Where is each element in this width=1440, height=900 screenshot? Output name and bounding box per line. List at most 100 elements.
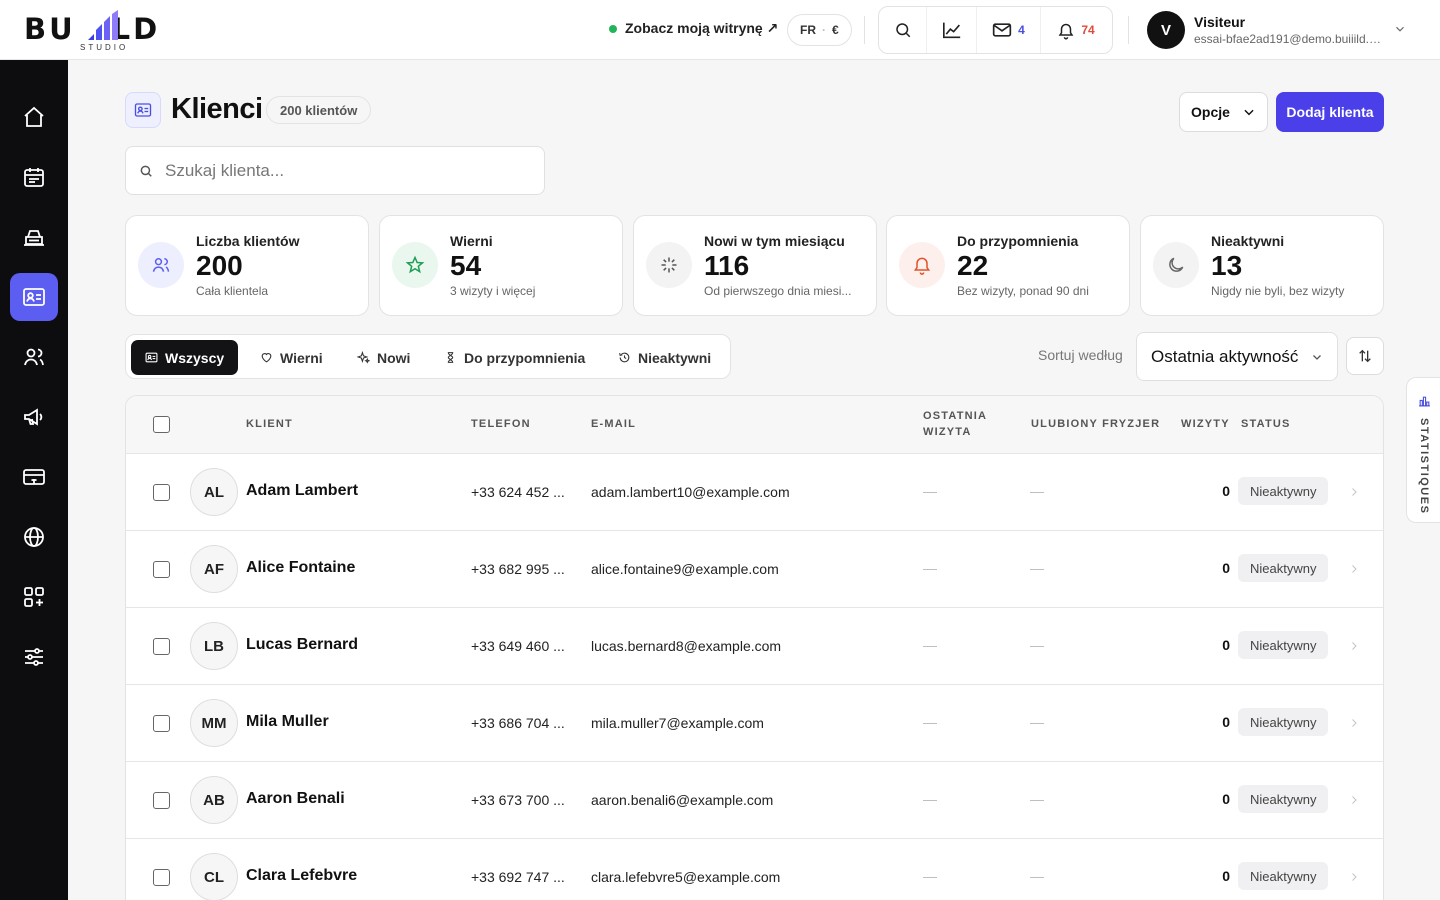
column-header-favorite-stylist[interactable]: ULUBIONY FRYZJER — [1031, 418, 1160, 430]
statistics-side-tab[interactable]: STATISTIQUES — [1406, 377, 1440, 523]
sidebar-item-calendar[interactable] — [10, 153, 58, 201]
chart-line-icon — [942, 22, 960, 39]
column-header-last-visit[interactable]: OSTATNIA WIZYTA — [923, 410, 987, 438]
stat-card-total[interactable]: Liczba klientów 200 Cała klientela — [125, 215, 369, 316]
client-phone: +33 682 995 ... — [471, 561, 565, 577]
sparkles-icon — [357, 351, 370, 364]
table-row[interactable]: MM Mila Muller +33 686 704 ... mila.mull… — [126, 685, 1383, 762]
client-avatar: AB — [190, 776, 238, 824]
stat-label: Liczba klientów — [196, 233, 300, 249]
tab-loyal[interactable]: Wierni — [246, 340, 337, 375]
search-input[interactable] — [165, 160, 525, 181]
sidebar-item-home[interactable] — [10, 93, 58, 141]
client-name: Lucas Bernard — [246, 636, 359, 653]
analytics-button[interactable] — [927, 7, 977, 53]
tab-new[interactable]: Nowi — [343, 340, 424, 375]
client-email: adam.lambert10@example.com — [591, 484, 790, 500]
client-phone: +33 692 747 ... — [471, 869, 565, 885]
hourglass-icon — [447, 352, 454, 363]
filter-tabs: Wszyscy Wierni Nowi Do przypomnienia Nie… — [125, 334, 731, 379]
select-all-checkbox[interactable] — [153, 416, 170, 433]
row-checkbox[interactable] — [153, 869, 170, 886]
stat-icon-badge — [392, 242, 438, 288]
column-header-visits[interactable]: WIZYTY — [1181, 418, 1230, 430]
user-menu[interactable]: V Visiteur essai-bfae2ad191@demo.buiiild… — [1147, 11, 1384, 49]
tab-reminder[interactable]: Do przypomnienia — [430, 340, 599, 375]
column-header-phone[interactable]: TELEFON — [471, 418, 531, 430]
stat-label: Wierni — [450, 233, 493, 249]
row-checkbox[interactable] — [153, 792, 170, 809]
column-header-client[interactable]: KLIENT — [246, 418, 293, 430]
column-header-status[interactable]: STATUS — [1241, 418, 1291, 430]
client-avatar: LB — [190, 622, 238, 670]
options-button[interactable]: Opcje — [1179, 92, 1268, 132]
sidebar-item-register[interactable] — [10, 213, 58, 261]
logo-subtitle: STUDIO — [80, 43, 129, 52]
row-checkbox[interactable] — [153, 638, 170, 655]
user-email: essai-bfae2ad191@demo.buiiild.c... — [1194, 32, 1384, 46]
sort-select[interactable]: Ostatnia aktywność — [1136, 332, 1338, 381]
stat-card-inactive[interactable]: Nieaktywni 13 Nigdy nie byli, bez wizyty — [1140, 215, 1384, 316]
table-row[interactable]: AB Aaron Benali +33 673 700 ... aaron.be… — [126, 762, 1383, 839]
view-site-link[interactable]: Zobacz moją witrynę ↗ — [609, 20, 778, 37]
bell-icon — [913, 257, 931, 275]
page-title: Klienci — [171, 93, 263, 125]
users-icon — [152, 258, 170, 272]
options-label: Opcje — [1191, 104, 1230, 120]
search-button[interactable] — [879, 7, 927, 53]
stat-card-loyal[interactable]: Wierni 54 3 wizyty i więcej — [379, 215, 623, 316]
row-checkbox[interactable] — [153, 484, 170, 501]
search-icon — [140, 165, 152, 177]
sidebar-item-apps[interactable] — [10, 573, 58, 621]
tab-all[interactable]: Wszyscy — [131, 340, 239, 375]
client-name: Adam Lambert — [246, 482, 359, 499]
chevron-down-icon[interactable] — [1393, 22, 1407, 36]
table-row[interactable]: AF Alice Fontaine +33 682 995 ... alice.… — [126, 531, 1383, 608]
table-row[interactable]: CL Clara Lefebvre +33 692 747 ... clara.… — [126, 839, 1383, 900]
column-header-email[interactable]: E-MAIL — [591, 418, 636, 430]
client-phone: +33 624 452 ... — [471, 484, 565, 500]
stat-description: Cała klientela — [196, 284, 269, 298]
globe-icon — [24, 527, 44, 547]
stat-card-new[interactable]: Nowi w tym miesiącu 116 Od pierwszego dn… — [633, 215, 877, 316]
client-email: clara.lefebvre5@example.com — [591, 869, 781, 885]
tab-inactive[interactable]: Nieaktywni — [604, 340, 725, 375]
home-icon — [24, 106, 44, 127]
client-avatar: MM — [190, 699, 238, 747]
sidebar-item-website[interactable] — [10, 513, 58, 561]
currency-symbol: € — [832, 23, 839, 37]
client-last-visit: — — [923, 560, 937, 576]
client-name: Aaron Benali — [246, 790, 345, 807]
brand-logo[interactable]: BU LD STUDIO — [24, 8, 184, 52]
sidebar-item-marketing[interactable] — [10, 393, 58, 441]
language-currency-switcher[interactable]: FR · € — [787, 14, 852, 46]
client-favorite-stylist: — — [1030, 483, 1044, 499]
stat-value: 54 — [450, 250, 482, 281]
view-site-label: Zobacz moją witrynę ↗ — [625, 20, 779, 36]
messages-button[interactable]: 4 — [977, 7, 1041, 53]
row-checkbox[interactable] — [153, 561, 170, 578]
sidebar-item-clients[interactable] — [10, 273, 58, 321]
sidebar-item-settings[interactable] — [10, 633, 58, 681]
divider — [1128, 16, 1129, 44]
status-badge: Nieaktywny — [1238, 631, 1329, 659]
history-icon — [619, 352, 630, 363]
notifications-button[interactable]: 74 — [1041, 7, 1111, 53]
tab-label: Do przypomnienia — [464, 349, 586, 366]
add-client-button[interactable]: Dodaj klienta — [1276, 92, 1384, 132]
client-name: Clara Lefebvre — [246, 867, 358, 884]
sort-direction-button[interactable] — [1346, 337, 1384, 375]
sidebar-item-team[interactable] — [10, 333, 58, 381]
clients-card-icon — [23, 288, 45, 306]
sidebar-item-payments[interactable] — [10, 453, 58, 501]
mail-icon — [992, 23, 1012, 37]
client-favorite-stylist: — — [1030, 791, 1044, 807]
table-row[interactable]: AL Adam Lambert +33 624 452 ... adam.lam… — [126, 454, 1383, 531]
row-checkbox[interactable] — [153, 715, 170, 732]
client-visits: 0 — [1222, 483, 1230, 499]
table-row[interactable]: LB Lucas Bernard +33 649 460 ... lucas.b… — [126, 608, 1383, 685]
stat-card-reminder[interactable]: Do przypomnienia 22 Bez wizyty, ponad 90… — [886, 215, 1130, 316]
client-phone: +33 673 700 ... — [471, 792, 565, 808]
messages-count: 4 — [1018, 23, 1025, 37]
client-count-badge: 200 klientów — [266, 96, 372, 124]
